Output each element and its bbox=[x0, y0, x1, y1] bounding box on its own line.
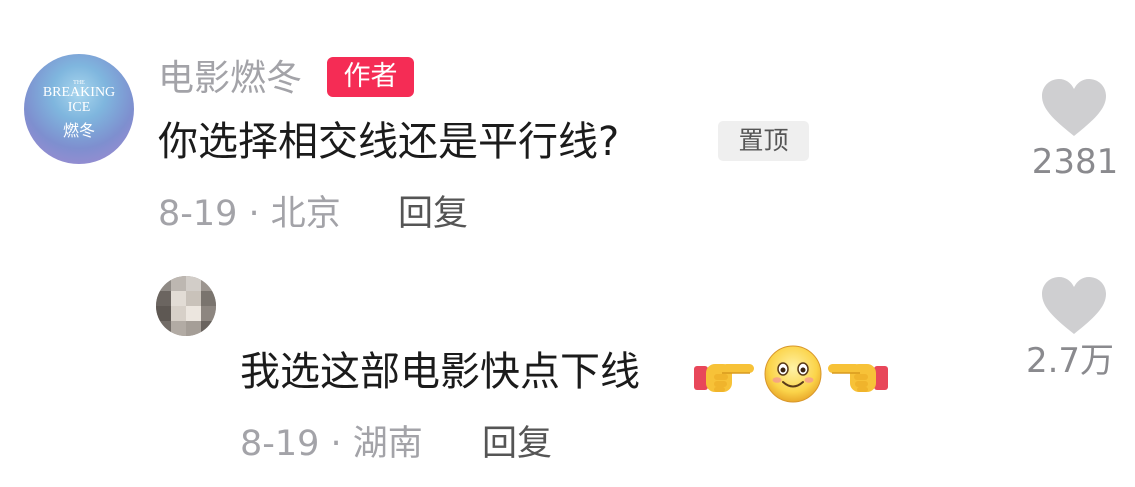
pinned-badge: 置顶 bbox=[718, 121, 809, 161]
comment-meta: 8-19 · 北京 bbox=[158, 194, 341, 234]
smile-icon bbox=[764, 345, 822, 403]
reply-like-button[interactable] bbox=[1040, 276, 1108, 336]
like-button[interactable] bbox=[1040, 78, 1108, 138]
heart-icon bbox=[1042, 277, 1106, 334]
reply-button[interactable]: 回复 bbox=[398, 191, 468, 237]
comment-username[interactable]: 电影燃冬 bbox=[158, 56, 302, 102]
reply-meta: 8-19 · 湖南 bbox=[240, 424, 423, 464]
point-right-icon bbox=[694, 364, 754, 392]
reply-text[interactable]: 我选这部电影快点下线 bbox=[240, 346, 640, 398]
comment-text[interactable]: 你选择相交线还是平行线? bbox=[158, 116, 619, 168]
logo-line-3: ICE bbox=[68, 100, 91, 115]
author-badge: 作者 bbox=[327, 57, 414, 97]
heart-icon bbox=[1042, 79, 1106, 136]
logo-line-2: BREAKING bbox=[43, 85, 115, 100]
author-avatar[interactable]: THE BREAKING ICE 燃冬 bbox=[24, 54, 134, 164]
breaking-ice-logo: THE BREAKING ICE 燃冬 bbox=[43, 80, 115, 140]
reply-reply-button[interactable]: 回复 bbox=[482, 421, 552, 467]
reply-avatar[interactable] bbox=[156, 276, 216, 336]
like-count: 2381 bbox=[1031, 142, 1119, 182]
point-left-icon bbox=[828, 364, 888, 392]
reply-like-count: 2.7万 bbox=[1025, 341, 1115, 381]
logo-line-4: 燃冬 bbox=[63, 121, 95, 140]
